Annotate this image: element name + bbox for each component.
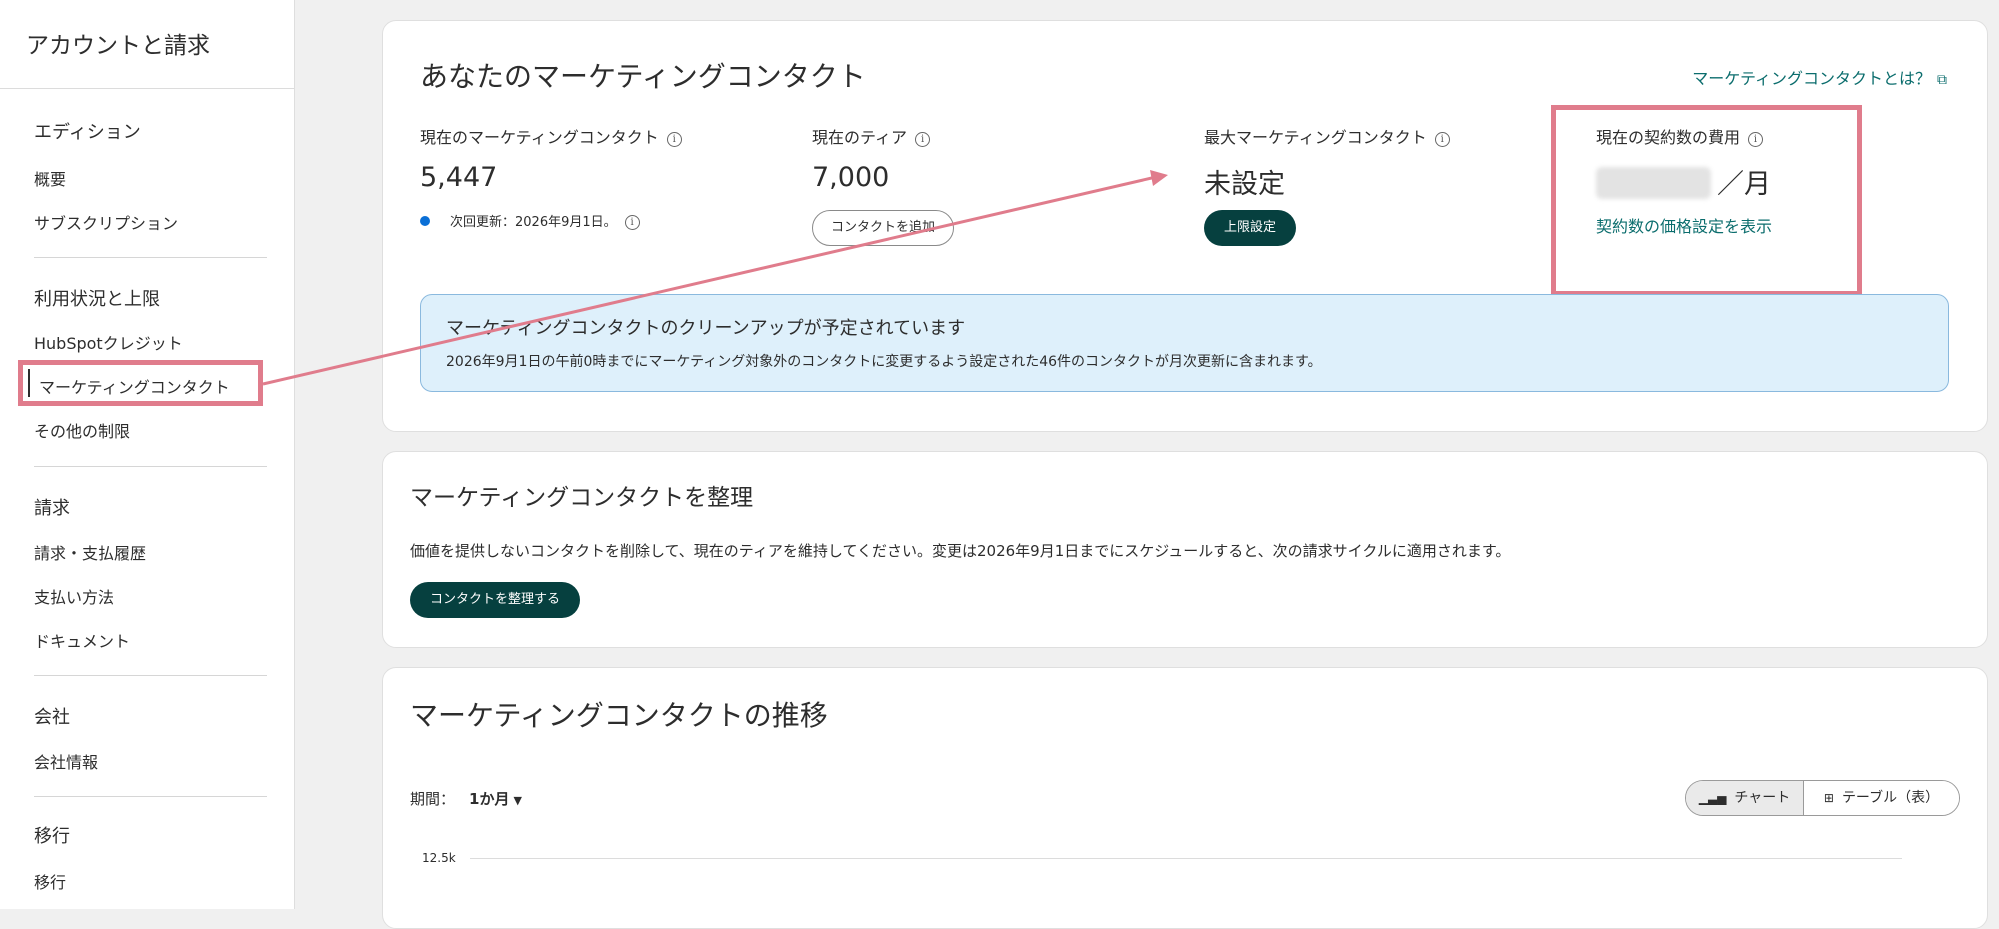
sidebar-item-other-limits[interactable]: その他の制限 (34, 418, 130, 442)
y-axis-tick-label: 12.5k (422, 851, 456, 865)
set-limit-button[interactable]: 上限設定 (1204, 210, 1297, 246)
view-toggle: ▁▃▅ チャート ⊞ テーブル（表） (1685, 780, 1960, 816)
sidebar-heading-usage: 利用状況と上限 (34, 289, 160, 310)
info-icon[interactable]: i (915, 132, 931, 147)
organize-contacts-button[interactable]: コンタクトを整理する (410, 582, 581, 618)
cost-stat: 現在の契約数の費用 i ／月 (1596, 128, 1771, 201)
period-selector[interactable]: 期間： 1か月 ▼ (410, 788, 522, 809)
chart-gridline (470, 858, 1902, 859)
banner-body: 2026年9月1日の午前0時までにマーケティング対象外のコンタクトに変更するよう… (446, 354, 1322, 370)
current-tier-stat: 現在のティア i 7,000 (812, 124, 931, 193)
banner-title: マーケティングコンタクトのクリーンアップが予定されています (446, 318, 966, 339)
sidebar-title: アカウントと請求 (26, 33, 210, 59)
status-dot-icon (420, 216, 430, 226)
current-tier-value: 7,000 (812, 162, 890, 193)
cleanup-banner: マーケティングコンタクトのクリーンアップが予定されています 2026年9月1日の… (420, 294, 1949, 392)
page-title: あなたのマーケティングコンタクト (420, 60, 866, 93)
what-are-marketing-contacts-link[interactable]: マーケティングコンタクトとは？ ⧉ (1692, 65, 1947, 89)
bar-chart-icon: ▁▃▅ (1698, 790, 1727, 805)
sidebar-item-subscription[interactable]: サブスクリプション (34, 210, 178, 234)
add-contacts-button[interactable]: コンタクトを追加 (812, 210, 955, 246)
max-contacts-stat: 最大マーケティングコンタクト i 未設定 (1204, 124, 1450, 201)
sidebar-item-payment-methods[interactable]: 支払い方法 (34, 584, 114, 608)
sidebar-item-migration[interactable]: 移行 (34, 869, 66, 893)
info-icon[interactable]: i (666, 132, 682, 147)
table-icon: ⊞ (1823, 790, 1834, 805)
sidebar-item-documents[interactable]: ドキュメント (34, 628, 130, 652)
organize-contacts-card: マーケティングコンタクトを整理 価値を提供しないコンタクトを削除して、現在のティ… (382, 451, 1988, 648)
info-icon[interactable]: i (1748, 132, 1764, 147)
sidebar-item-label: マーケティングコンタクト (39, 378, 230, 397)
sidebar-divider (34, 257, 267, 258)
max-contacts-value: 未設定 (1204, 169, 1285, 200)
sidebar-item-billing-history[interactable]: 請求・支払履歴 (34, 540, 146, 564)
sidebar-item-credits[interactable]: HubSpotクレジット (34, 330, 183, 354)
chevron-down-icon: ▼ (513, 794, 522, 807)
sidebar: アカウントと請求 エディション 概要 サブスクリプション 利用状況と上限 Hub… (0, 0, 295, 909)
sidebar-item-marketing-contacts[interactable]: マーケティングコンタクト (18, 360, 263, 406)
active-indicator (28, 369, 30, 397)
chart-view-button[interactable]: ▁▃▅ チャート (1686, 781, 1804, 815)
info-icon[interactable]: i (1434, 132, 1450, 147)
section-description: 価値を提供しないコンタクトを削除して、現在のティアを維持してください。変更は20… (410, 542, 1511, 560)
renewal-note: 次回更新：2026年9月1日。 i (420, 211, 640, 230)
current-contacts-stat: 現在のマーケティングコンタクト i 5,447 (420, 124, 682, 193)
sidebar-divider (0, 88, 294, 89)
sidebar-heading-company: 会社 (34, 707, 70, 728)
current-contacts-value: 5,447 (420, 162, 498, 193)
sidebar-divider (34, 796, 267, 797)
view-pricing-link[interactable]: 契約数の価格設定を表示 (1596, 213, 1772, 237)
info-icon[interactable]: i (624, 215, 640, 230)
contacts-trend-card: マーケティングコンタクトの推移 期間： 1か月 ▼ ▁▃▅ チャート ⊞ テーブル（表）… (382, 667, 1988, 929)
redacted-amount (1596, 167, 1711, 199)
sidebar-item-company-info[interactable]: 会社情報 (34, 749, 98, 773)
section-title: マーケティングコンタクトを整理 (410, 485, 754, 511)
sidebar-heading-billing: 請求 (34, 498, 70, 519)
external-link-icon: ⧉ (1937, 72, 1947, 88)
sidebar-heading-migration: 移行 (34, 826, 70, 847)
cost-value: ／月 (1596, 162, 1771, 201)
sidebar-heading-edition: エディション (34, 122, 141, 143)
sidebar-divider (34, 466, 267, 467)
table-view-button[interactable]: ⊞ テーブル（表） (1804, 781, 1959, 815)
sidebar-item-overview[interactable]: 概要 (34, 166, 66, 190)
section-title: マーケティングコンタクトの推移 (410, 699, 828, 732)
sidebar-divider (34, 675, 267, 676)
marketing-contacts-card: あなたのマーケティングコンタクト マーケティングコンタクトとは？ ⧉ 現在のマーケ… (382, 20, 1988, 432)
